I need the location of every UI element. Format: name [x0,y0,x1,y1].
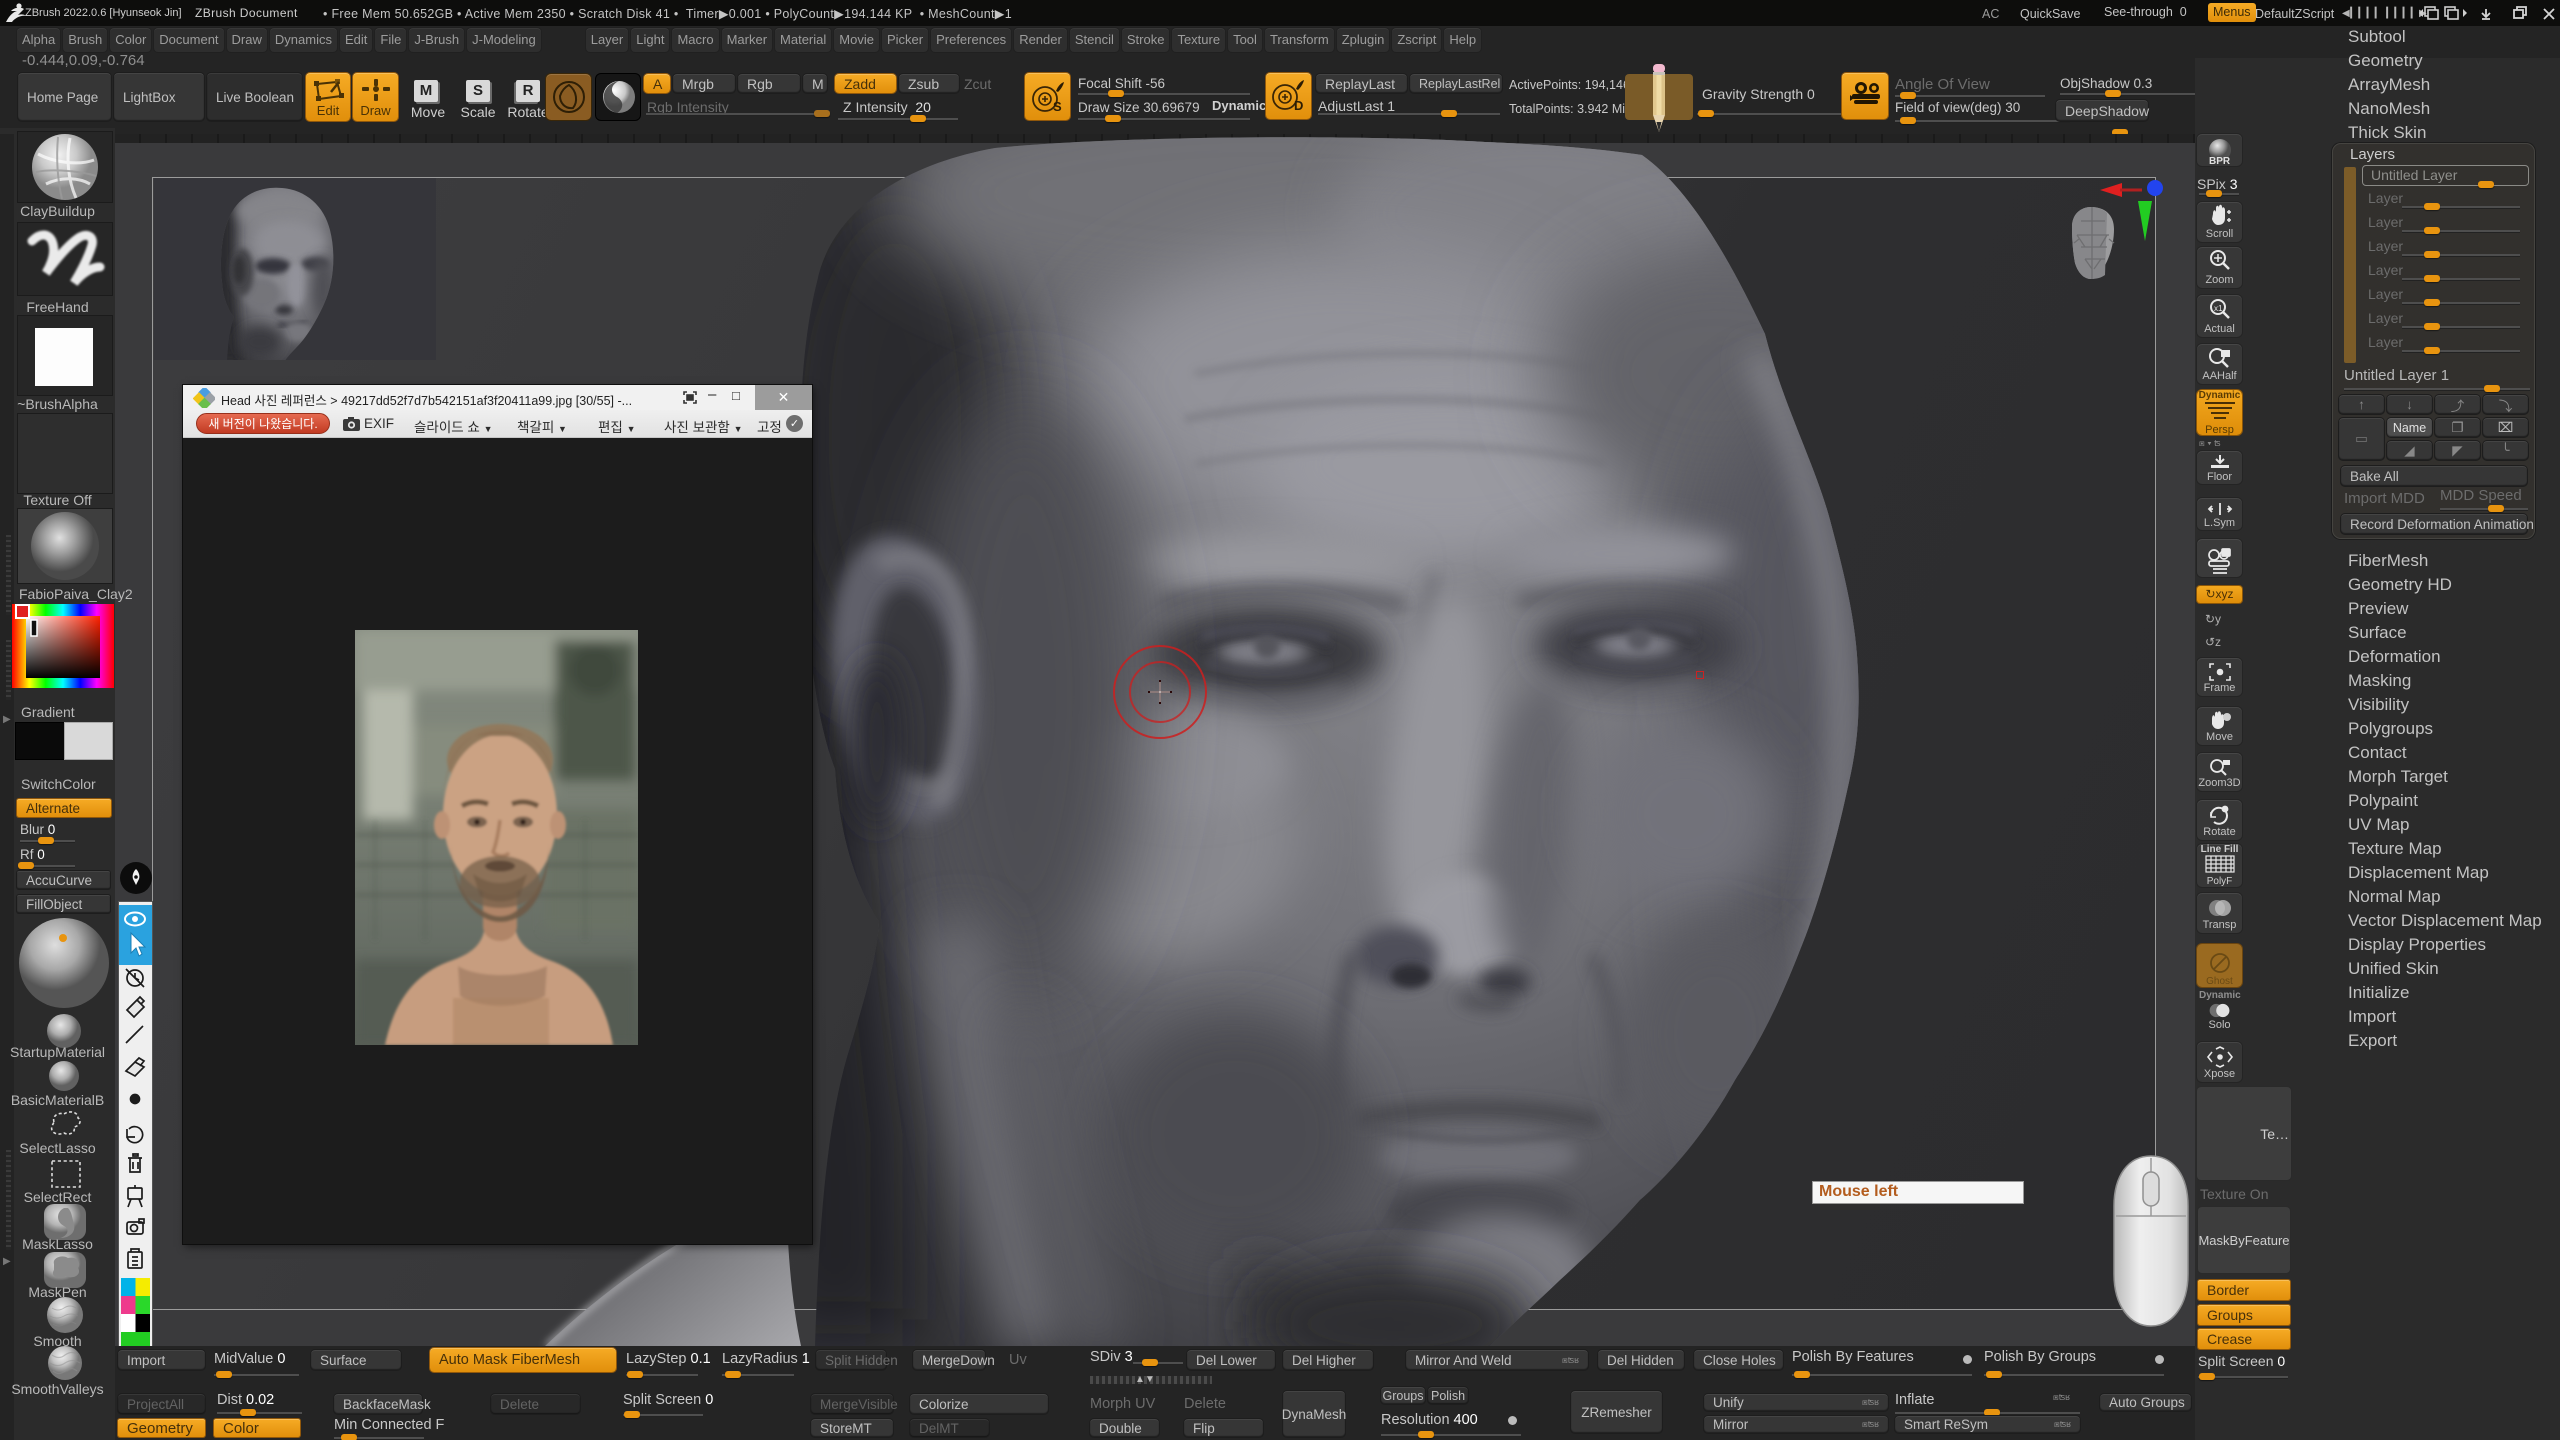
svg-text:BPR: BPR [2209,156,2231,166]
svg-text:x1: x1 [2214,304,2223,313]
svg-text:D: D [1294,98,1303,113]
svg-text:S: S [1053,99,1062,114]
